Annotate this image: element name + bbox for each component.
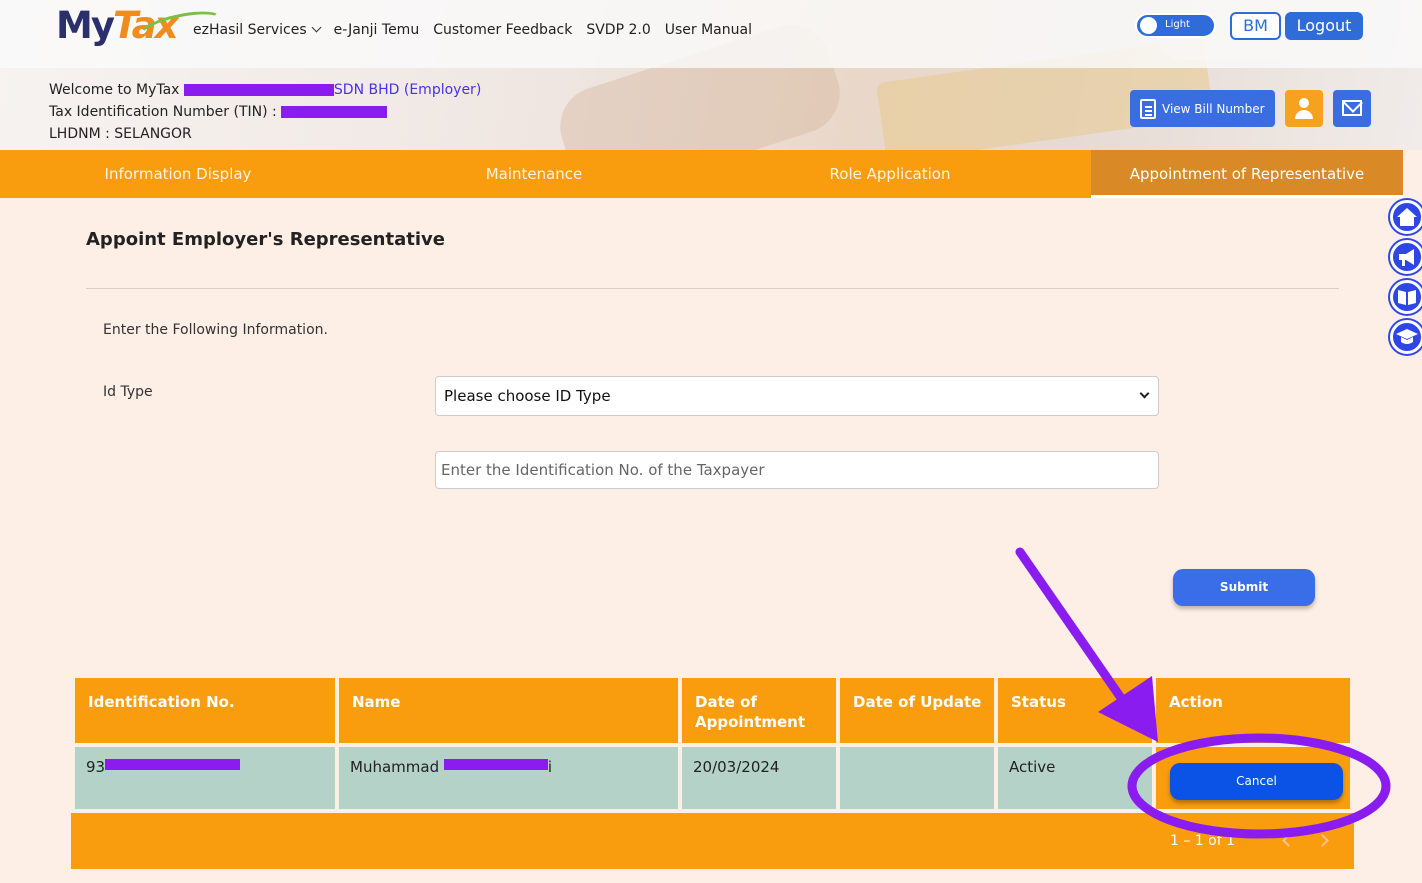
view-bill-number-button[interactable]: View Bill Number: [1130, 90, 1275, 127]
cell-date-of-appointment: 20/03/2024: [682, 747, 836, 809]
table-footer: [71, 813, 1354, 869]
col-header-date-of-update: Date of Update: [840, 678, 994, 743]
company-suffix: SDN BHD (Employer): [333, 82, 482, 98]
nav-ezhasil-services[interactable]: ezHasil Services: [193, 22, 322, 38]
name-end-value: i: [547, 758, 553, 776]
tin-line: Tax Identification Number (TIN) :: [49, 101, 481, 123]
main-nav: ezHasil Services e-Janji Temu Customer F…: [193, 22, 752, 38]
name-value: Muhammad: [350, 758, 440, 776]
toggle-knob: [1140, 17, 1157, 34]
theme-toggle-label: Light: [1165, 19, 1190, 30]
redaction-mark: [105, 759, 241, 770]
home-icon[interactable]: [1390, 200, 1422, 234]
form-intro: Enter the Following Information.: [103, 322, 328, 338]
nav-user-manual[interactable]: User Manual: [665, 22, 752, 38]
book-icon[interactable]: [1390, 280, 1422, 314]
id-type-label: Id Type: [103, 384, 153, 400]
theme-toggle[interactable]: Light: [1135, 13, 1216, 38]
logo-my: My: [56, 4, 115, 47]
tab-information-display[interactable]: Information Display: [0, 150, 356, 198]
nav-ezhasil-label: ezHasil Services: [193, 22, 307, 38]
chevron-down-icon: [1139, 388, 1150, 399]
redaction-mark: [183, 84, 334, 96]
cell-identification-no: 93: [75, 747, 335, 809]
page-title: Appoint Employer's Representative: [86, 229, 445, 250]
megaphone-icon[interactable]: [1390, 240, 1422, 274]
language-bm-button[interactable]: BM: [1230, 12, 1281, 40]
nav-ejanji-temu[interactable]: e-Janji Temu: [334, 22, 420, 38]
user-profile-button[interactable]: [1285, 90, 1323, 127]
lhdnm-branch: LHDNM : SELANGOR: [49, 126, 192, 142]
redaction-mark: [281, 106, 388, 118]
col-header-date-of-appointment: Date of Appointment: [682, 678, 836, 743]
tab-bar: Information Display Maintenance Role App…: [0, 150, 1422, 198]
user-icon: [1299, 98, 1309, 108]
nav-svdp[interactable]: SVDP 2.0: [586, 22, 650, 38]
submit-button[interactable]: Submit: [1173, 569, 1315, 606]
cancel-appointment-button[interactable]: Cancel: [1170, 763, 1343, 800]
tab-maintenance[interactable]: Maintenance: [356, 150, 712, 198]
nav-customer-feedback[interactable]: Customer Feedback: [433, 22, 572, 38]
welcome-line: Welcome to MyTax SDN BHD (Employer): [49, 79, 481, 101]
identification-no-value: 93: [86, 758, 106, 776]
pagination-range: 1 – 1 of 1: [1170, 833, 1236, 849]
redaction-mark: [443, 759, 548, 770]
cell-name: Muhammad i: [339, 747, 678, 809]
graduation-cap-icon[interactable]: [1390, 320, 1422, 354]
tab-appointment-of-representative[interactable]: Appointment of Representative: [1091, 150, 1403, 198]
col-header-action: Action: [1156, 678, 1350, 743]
id-type-select[interactable]: Please choose ID Type: [435, 376, 1159, 416]
identification-number-input[interactable]: [435, 451, 1159, 489]
cell-status: Active: [998, 747, 1152, 809]
tin-label: Tax Identification Number (TIN) :: [49, 104, 277, 120]
col-header-name: Name: [339, 678, 678, 743]
welcome-prefix: Welcome to MyTax: [49, 82, 180, 98]
chevron-down-icon: [311, 22, 322, 33]
tab-bar-edge: [1403, 150, 1422, 198]
col-header-status: Status: [998, 678, 1152, 743]
mail-button[interactable]: [1333, 90, 1371, 127]
welcome-info: Welcome to MyTax SDN BHD (Employer) Tax …: [49, 79, 481, 145]
mytax-logo[interactable]: MyTax: [56, 4, 229, 54]
logout-button[interactable]: Logout: [1285, 12, 1363, 40]
cell-date-of-update: [840, 747, 994, 809]
divider: [86, 288, 1339, 289]
document-icon: [1140, 98, 1156, 119]
bill-button-label: View Bill Number: [1162, 101, 1265, 116]
tab-role-application[interactable]: Role Application: [712, 150, 1068, 198]
user-icon-body: [1295, 110, 1313, 119]
col-header-identification-no: Identification No.: [75, 678, 335, 743]
id-type-selected-value: Please choose ID Type: [444, 387, 611, 405]
mail-icon: [1342, 100, 1362, 116]
